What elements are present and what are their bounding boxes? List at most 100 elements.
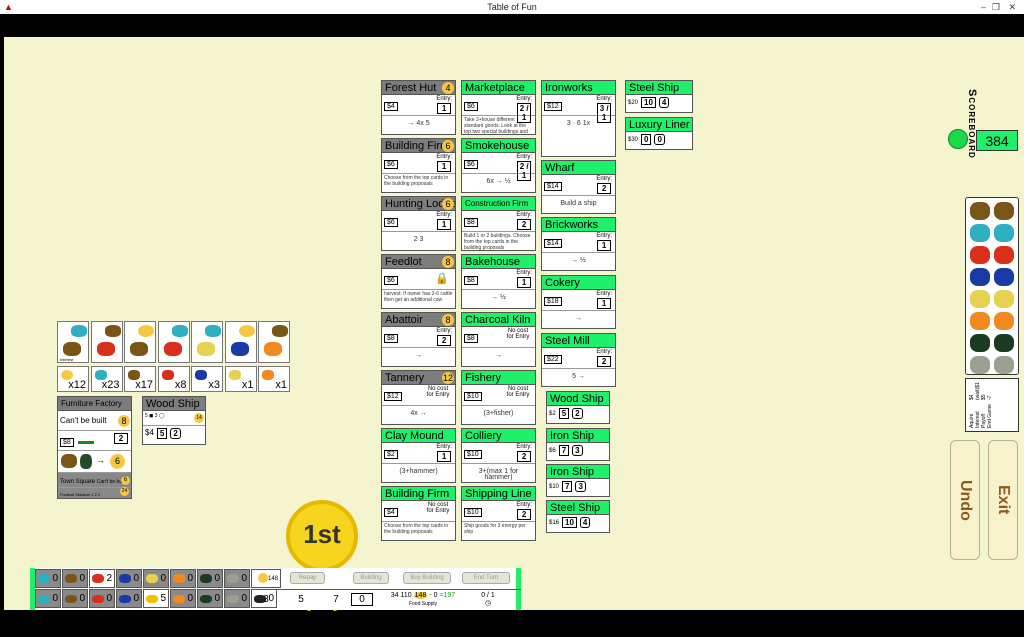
offer-space[interactable] [224,321,257,363]
grain-icon [197,342,215,356]
food-requirement: 7 [562,481,573,492]
offer-space[interactable] [124,321,156,363]
hides-icon [200,595,212,603]
offer-space[interactable] [191,321,223,363]
offer-space[interactable] [90,321,123,363]
resource-count: 0 [160,573,166,584]
production-text: Choose from the top cards in the buildin… [384,523,449,535]
building-card[interactable]: Wharf $14 Entry: 2 Build a ship [541,160,616,214]
building-card[interactable]: Feedlot 8 $6 🔒 harvest: If owner has 2-6 cat… [381,254,456,309]
ship-card[interactable]: Wood Ship $2 5 2 [546,391,610,424]
building-card[interactable]: Fishery $10 No cost for Entry (3+fisher) [461,370,536,425]
entry-value: 2 [597,183,612,194]
entry-cost: Entry: 3 / 1 [596,96,612,123]
building-card[interactable]: Hunting Lodge 6 $6 Entry: 1 2 3 [381,196,456,251]
count: x1 [275,379,287,391]
build-price: $2 [384,450,398,459]
ship-card[interactable]: Iron Ship $10 7 3 [546,464,610,497]
building-card[interactable]: Abattoir 8 $8 Entry: 2 → [381,312,456,367]
card-title: Furniture Factory [58,397,131,411]
ship-card[interactable]: Steel Ship $16 10 4 [546,500,610,533]
card-title: Tannery 12 [382,371,455,385]
building-card[interactable]: Charcoal Kiln $8 No cost for Entry → [461,312,536,367]
entry-value: 1 [437,103,452,114]
building-button[interactable]: Building [353,572,389,584]
card-title: Charcoal Kiln [462,313,535,327]
building-card[interactable]: Building Firm 6 $6 Entry: 1 Choose from the t… [381,138,456,193]
end-turn-button[interactable]: End Turn [462,572,510,584]
card-title: Smokehouse [462,139,535,153]
resource-count: 0 [187,573,193,584]
building-card[interactable]: Marketplace $6 Entry: 2 / 1 Take 2+house dif… [461,80,536,135]
clay-icon [163,342,182,356]
cost-row: $8 Entry: 2 [462,211,535,232]
ship-card[interactable]: Luxury Liner $30 0 0 [625,117,693,150]
leather-icon [80,454,92,469]
cattle-price-icon [970,312,990,330]
building-card[interactable]: Construction Firm $8 Entry: 2 Build 1 or 2 b… [461,196,536,251]
entry-cost: Entry: 2 [516,502,532,520]
ship-name: Wood Ship [547,392,609,406]
building-card[interactable]: Colliery $10 Entry: 2 3+(max 1 for hammer) [461,428,536,483]
offer-space[interactable] [157,321,190,363]
resource-charcoal: 0 [62,589,88,608]
town-count: 0 [351,593,373,606]
iron-icon [230,342,249,356]
building-card[interactable]: Building Firm $4 No cost for Entry Choose f… [381,486,456,541]
meat-icon [173,595,185,603]
building-card[interactable]: Smokehouse $6 Entry: 2 / 1 6x → ½ [461,138,536,193]
cost-row: $8 Entry: 2 [382,327,455,348]
buy-building-button[interactable]: Buy Building [403,572,451,584]
building-card[interactable]: Shipping Line $10 Entry: 2 Ship goods for 3 … [461,486,536,541]
building-card[interactable]: Cokery $18 Entry: 1 → [541,275,616,329]
cost-row: $8 No cost for Entry [462,327,535,348]
wood-icon [104,325,121,337]
building-card[interactable]: Ironworks $12 Entry: 3 / 13 · 6 1x [541,80,616,157]
resource-count: 0 [106,593,112,604]
building-card[interactable]: Forest Hut 4 $4 Entry: 1 → 4x 5 [381,80,456,135]
card-title: Colliery [462,429,535,443]
ship-card[interactable]: Iron Ship $6 7 3 [546,428,610,461]
card-title: Abattoir 8 [382,313,455,327]
resource-smoked-fish: 0 [35,589,61,608]
furniture-factory-card[interactable]: Furniture Factory Can't be built 8 $8 2 → 6… [57,396,132,499]
building-card[interactable]: Bakehouse $8 Entry: 1 → ½ [461,254,536,309]
building-card[interactable]: Steel Mill $22 Entry: 2 5 → [541,333,616,387]
resource-clay: 2 [89,569,115,588]
offer-space[interactable] [258,321,290,363]
coke-icon [227,595,239,603]
exit-button[interactable]: Exit [988,440,1018,560]
undo-button[interactable]: Undo [950,440,980,560]
iron-price-icon [994,268,1014,286]
food-requirement: 10 [641,97,656,108]
building-card[interactable]: Brickworks $14 Entry: 1 → ½ [541,217,616,271]
production-text: (3+fisher) [483,410,514,417]
maximize-button[interactable]: ❐ [992,0,1000,14]
offer-space[interactable]: Interest [57,321,89,363]
money-count: 148 [251,569,281,588]
repay-button[interactable]: Repay [290,572,325,584]
cost-row: $6 Entry: 1 [382,211,455,232]
resource-coal: 0 [224,569,250,588]
resource-count: 0 [79,593,85,604]
wood-icon [130,342,148,356]
ship-name: Iron Ship [547,465,609,479]
clay-icon [92,574,104,583]
grain-price-icon [994,290,1014,308]
close-button[interactable]: ✕ [1008,0,1016,14]
minimize-button[interactable]: – [981,0,986,14]
entry-cost: No cost for Entry [506,328,530,340]
build-price: $8 [464,334,478,343]
owned-wood-ship-card[interactable]: Wood Ship 5 ◼ 3 ◯ 14 $4 5 2 [142,396,206,445]
ship-card[interactable]: Steel Ship $20 10 4 [625,80,693,113]
card-title: Construction Firm [462,197,535,211]
card-title: Bakehouse [462,255,535,269]
building-card[interactable]: Clay Mound $2 Entry: 1 (3+hammer) [381,428,456,483]
entry-value: 1 [597,298,612,309]
card-name: Fishery [465,372,502,384]
building-card[interactable]: Tannery 12 $12 No cost for Entry 4x → [381,370,456,425]
offer-count: x12 [57,366,89,392]
card-name: Clay Mound [385,430,444,442]
ship-name: Luxury Liner [626,118,692,132]
entry-value: 1 [437,161,452,172]
